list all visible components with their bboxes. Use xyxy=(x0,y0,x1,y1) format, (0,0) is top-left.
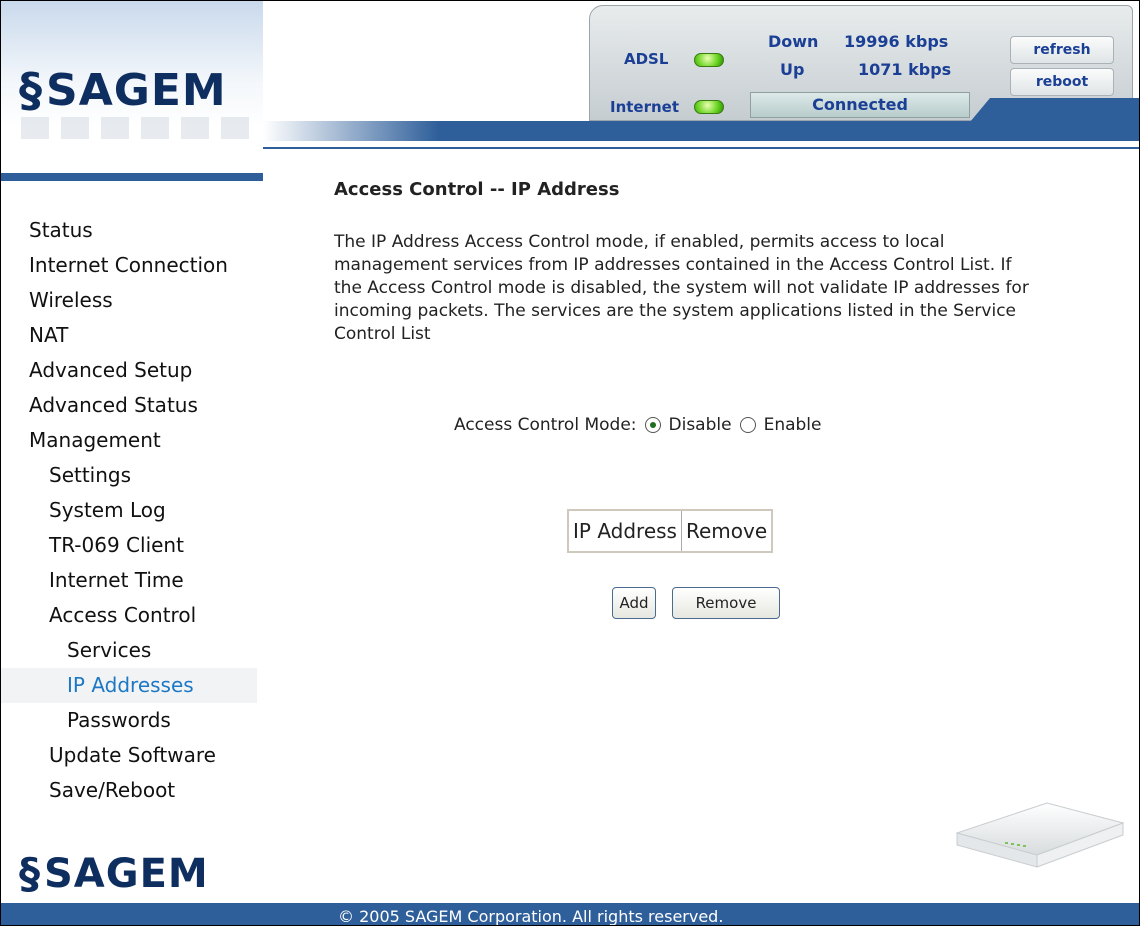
sidebar-item-ip-addresses[interactable]: IP Addresses xyxy=(1,668,257,703)
sidebar-item-advanced-status[interactable]: Advanced Status xyxy=(1,388,263,423)
sagem-logo: § SAGEM xyxy=(19,63,227,117)
remove-button[interactable]: Remove xyxy=(672,587,780,619)
modem-image xyxy=(955,802,1125,868)
adsl-led-icon xyxy=(694,53,724,67)
sidebar-nav: Status Internet Connection Wireless NAT … xyxy=(1,213,263,808)
sidebar-item-internet-time[interactable]: Internet Time xyxy=(1,563,263,598)
header-band xyxy=(263,121,1139,141)
down-label: Down xyxy=(768,32,819,51)
table-header-row: IP Address Remove xyxy=(567,509,773,553)
logo-reflection xyxy=(21,117,251,139)
footer-copyright: © 2005 SAGEM Corporation. All rights res… xyxy=(338,907,724,926)
sidebar-item-management[interactable]: Management xyxy=(1,423,263,458)
add-button[interactable]: Add xyxy=(612,587,656,619)
page-description: The IP Address Access Control mode, if e… xyxy=(334,232,1029,344)
sidebar-item-tr069-client[interactable]: TR-069 Client xyxy=(1,528,263,563)
page-title: Access Control -- IP Address xyxy=(334,179,620,200)
access-control-mode-row: Access Control Mode: Disable Enable xyxy=(454,415,821,435)
access-control-mode-label: Access Control Mode: xyxy=(454,415,637,435)
up-speed: 1071 kbps xyxy=(858,60,952,79)
mode-disable-label[interactable]: Disable xyxy=(669,415,732,435)
sidebar-item-internet-connection[interactable]: Internet Connection xyxy=(1,248,263,283)
reboot-button[interactable]: reboot xyxy=(1010,68,1114,96)
ip-address-table: IP Address Remove xyxy=(567,509,774,553)
sidebar-item-wireless[interactable]: Wireless xyxy=(1,283,263,318)
sidebar-item-advanced-setup[interactable]: Advanced Setup xyxy=(1,353,263,388)
sidebar-item-services[interactable]: Services xyxy=(1,633,263,668)
sagem-logo-text: SAGEM xyxy=(46,64,227,116)
connection-status: Connected xyxy=(750,92,970,118)
internet-led-icon xyxy=(694,100,724,114)
sagem-bottom-logo-text: SAGEM xyxy=(44,850,209,897)
sidebar-item-update-software[interactable]: Update Software xyxy=(1,738,263,773)
connection-status-panel: ADSL Internet Down 19996 kbps Up 1071 kb… xyxy=(589,5,1139,122)
sagem-swirl-icon: § xyxy=(19,63,42,117)
sagem-bottom-logo: § SAGEM xyxy=(19,849,209,898)
footer: © 2005 SAGEM Corporation. All rights res… xyxy=(1,903,1139,925)
down-speed: 19996 kbps xyxy=(844,32,949,51)
mode-disable-radio[interactable] xyxy=(644,417,661,433)
mode-enable-radio[interactable] xyxy=(739,417,756,433)
status-panel-tail xyxy=(970,98,1139,122)
column-remove: Remove xyxy=(680,509,773,553)
sidebar-item-nat[interactable]: NAT xyxy=(1,318,263,353)
sagem-swirl-icon: § xyxy=(19,849,40,898)
sidebar-item-passwords[interactable]: Passwords xyxy=(1,703,263,738)
adsl-label: ADSL xyxy=(624,50,669,68)
up-label: Up xyxy=(780,60,805,79)
internet-label: Internet xyxy=(610,98,680,116)
router-admin-page: § SAGEM ADSL Internet Down 19996 kbps Up… xyxy=(0,0,1140,926)
logo-bar xyxy=(1,173,263,181)
column-ip-address: IP Address xyxy=(567,509,682,553)
speed-readout: Down 19996 kbps Up 1071 kbps xyxy=(738,8,980,88)
sidebar-item-status[interactable]: Status xyxy=(1,213,263,248)
main-content: Access Control -- IP Address The IP Addr… xyxy=(334,179,1124,619)
sidebar-item-access-control[interactable]: Access Control xyxy=(1,598,263,633)
sidebar-item-settings[interactable]: Settings xyxy=(1,458,263,493)
sidebar-item-system-log[interactable]: System Log xyxy=(1,493,263,528)
logo-area: § SAGEM xyxy=(1,1,263,181)
header-line xyxy=(263,147,1139,149)
mode-enable-label[interactable]: Enable xyxy=(764,415,822,435)
refresh-button[interactable]: refresh xyxy=(1010,36,1114,64)
sidebar-item-save-reboot[interactable]: Save/Reboot xyxy=(1,773,263,808)
